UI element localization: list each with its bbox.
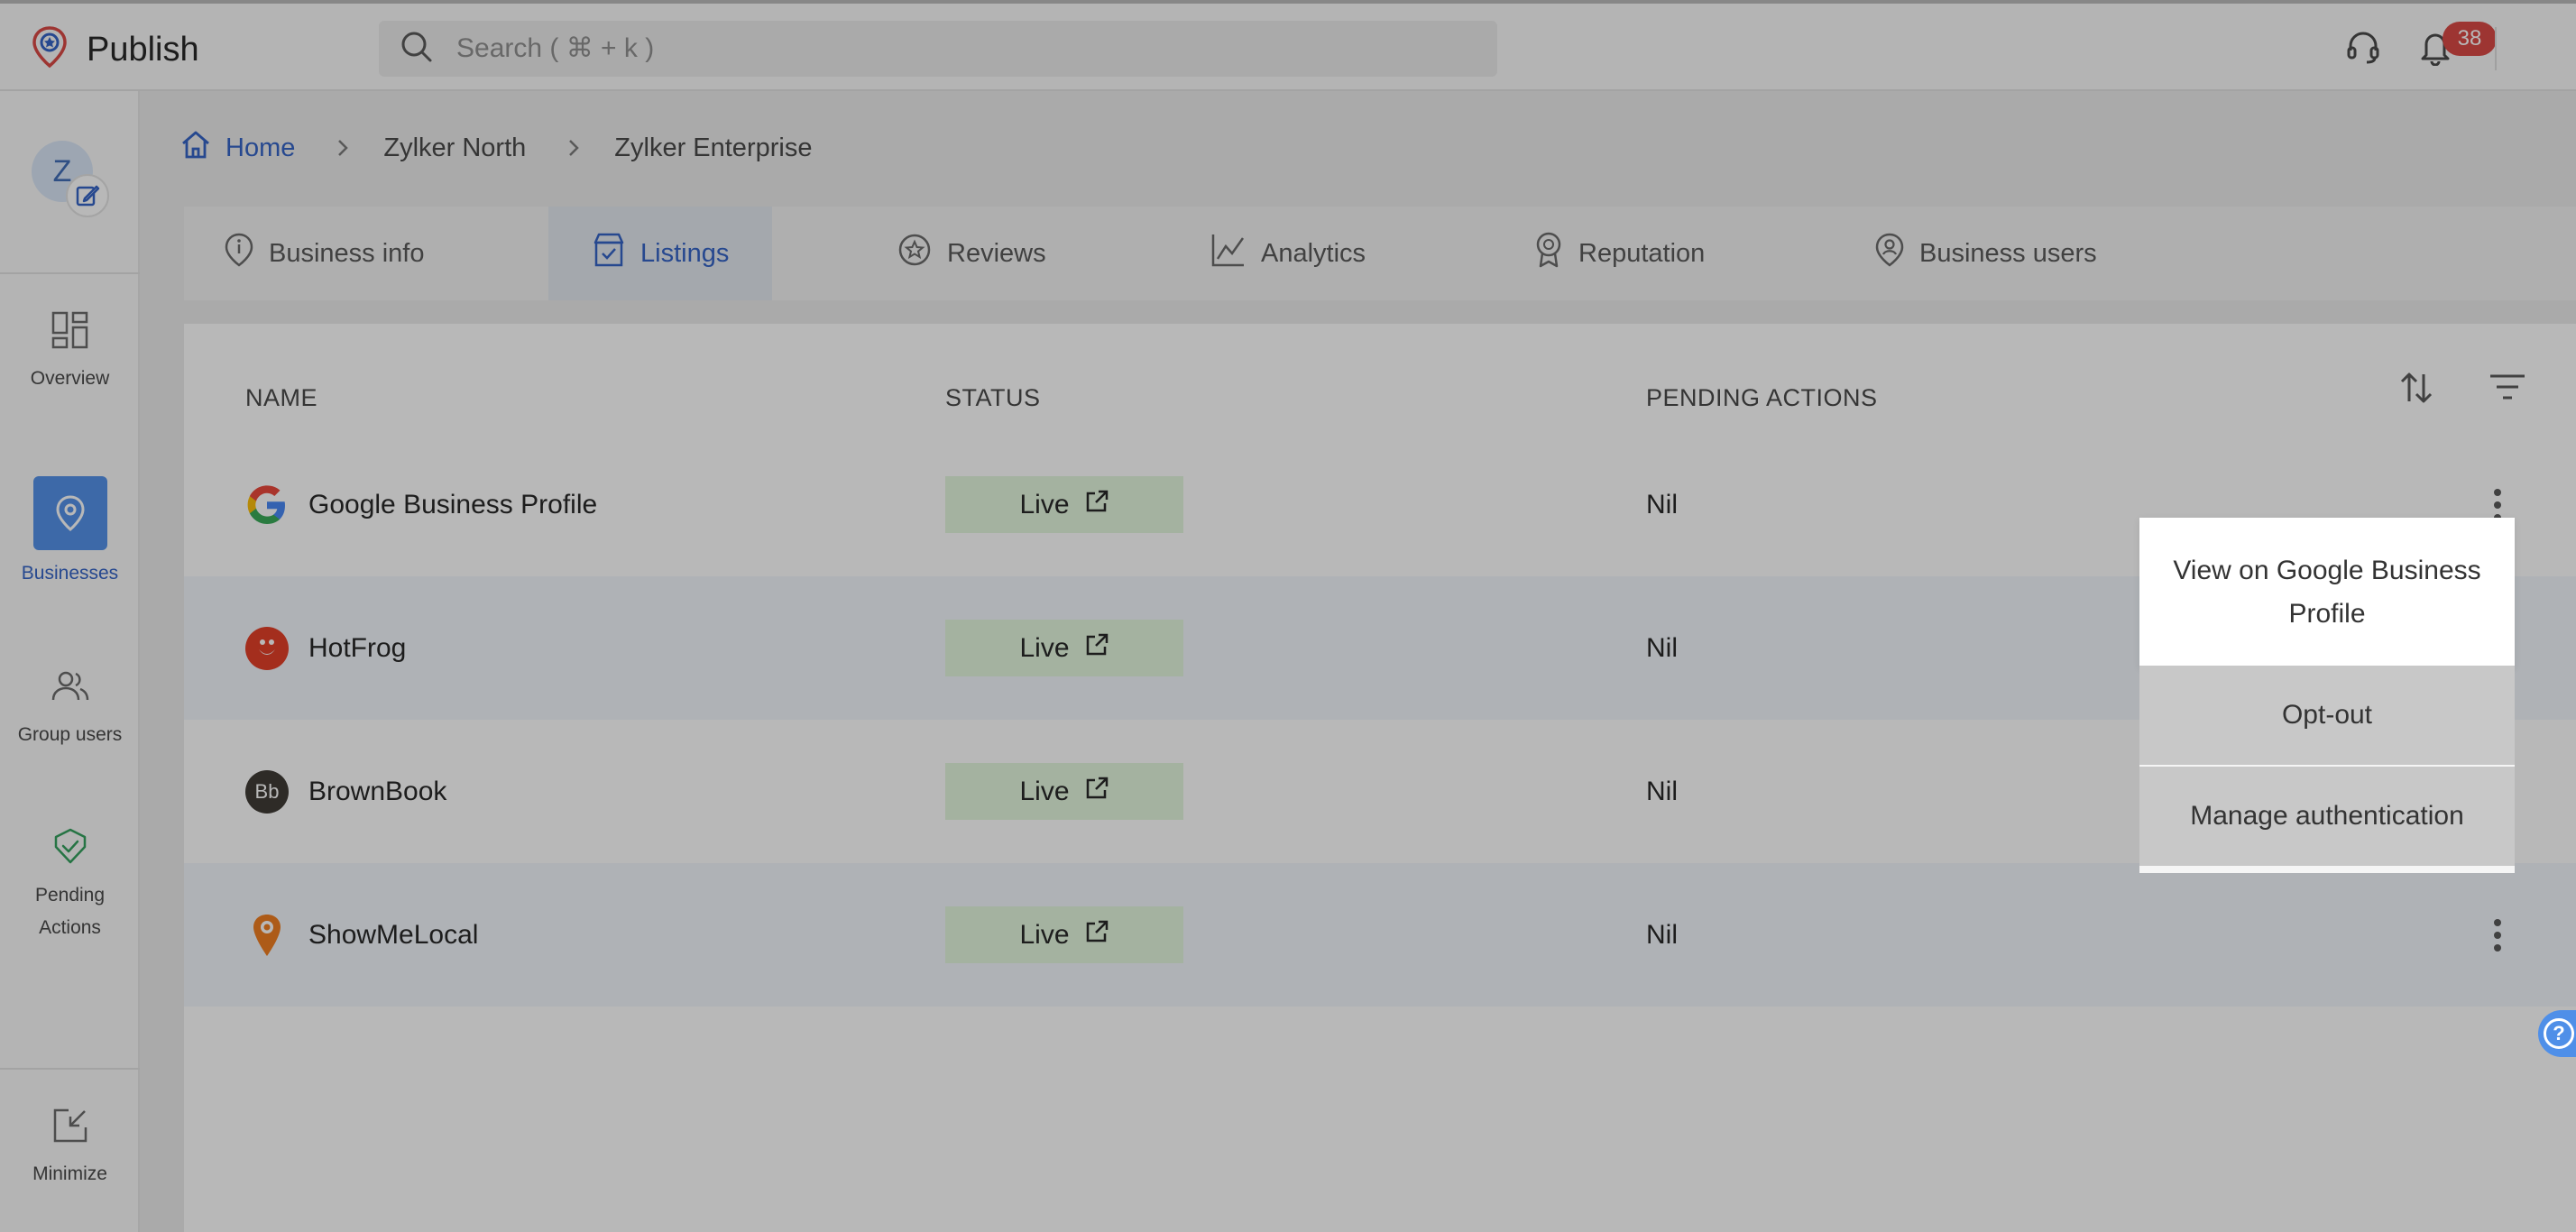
status-live-badge[interactable]: Live bbox=[945, 620, 1183, 676]
breadcrumb-item[interactable]: Zylker North bbox=[383, 133, 526, 163]
tab-label: Business users bbox=[1919, 238, 2097, 268]
listing-name-cell: HotFrog bbox=[245, 576, 406, 720]
brownbook-logo-icon: Bb bbox=[245, 769, 289, 814]
tab-label: Reviews bbox=[947, 238, 1046, 268]
pending-actions-value: Nil bbox=[1646, 776, 1678, 806]
store-icon bbox=[592, 232, 626, 275]
menu-item-manage-authentication[interactable]: Manage authentication bbox=[2139, 767, 2515, 866]
sidebar-divider bbox=[0, 1068, 140, 1070]
hotfrog-logo-icon bbox=[245, 626, 289, 670]
pending-actions-value: Nil bbox=[1646, 632, 1678, 663]
external-link-icon bbox=[1084, 489, 1109, 521]
external-link-icon bbox=[1084, 919, 1109, 952]
dashboard-icon bbox=[51, 303, 90, 357]
sidebar-item-label: Pending Actions bbox=[34, 885, 106, 938]
minimize-icon bbox=[51, 1099, 90, 1153]
menu-item-view-on-google[interactable]: View on Google Business Profile bbox=[2139, 518, 2515, 667]
tab-business-info[interactable]: Business info bbox=[224, 207, 425, 300]
listing-name: ShowMeLocal bbox=[308, 919, 479, 950]
tab-label: Listings bbox=[640, 238, 730, 268]
showmelocal-logo-icon bbox=[245, 914, 289, 957]
tab-business-users[interactable]: Business users bbox=[1874, 207, 2097, 300]
listing-name-cell: Bb BrownBook bbox=[245, 720, 446, 863]
tab-label: Business info bbox=[269, 238, 425, 268]
listing-name-cell: Google Business Profile bbox=[245, 433, 597, 576]
left-sidebar: Z Overview Businesses Group users Pendin… bbox=[0, 91, 140, 1232]
sidebar-divider bbox=[0, 272, 140, 274]
sidebar-item-businesses[interactable]: Businesses bbox=[0, 476, 140, 590]
home-icon bbox=[180, 129, 211, 167]
chevron-right-icon bbox=[567, 138, 580, 158]
listing-name-cell: ShowMeLocal bbox=[245, 863, 478, 1007]
external-link-icon bbox=[1084, 632, 1109, 665]
tab-analytics[interactable]: Analytics bbox=[1210, 207, 1366, 300]
info-pin-icon bbox=[224, 232, 254, 275]
app-title: Publish bbox=[87, 31, 199, 69]
filter-icon[interactable] bbox=[2488, 372, 2527, 406]
column-header-pending-actions: PENDING ACTIONS bbox=[1646, 384, 1878, 411]
support-headset-icon[interactable] bbox=[2340, 23, 2387, 70]
search-bar[interactable] bbox=[379, 21, 1497, 77]
notification-count-badge: 38 bbox=[2443, 22, 2497, 56]
sidebar-item-label: Overview bbox=[30, 368, 110, 389]
status-label: Live bbox=[1019, 632, 1070, 663]
help-icon: ? bbox=[2544, 1018, 2574, 1049]
more-options-icon[interactable] bbox=[2484, 915, 2511, 955]
pending-actions-value: Nil bbox=[1646, 919, 1678, 950]
chevron-right-icon bbox=[336, 138, 349, 158]
external-link-icon bbox=[1084, 776, 1109, 808]
status-live-badge[interactable]: Live bbox=[945, 763, 1183, 820]
status-live-badge[interactable]: Live bbox=[945, 476, 1183, 533]
breadcrumb: Home Zylker North Zylker Enterprise bbox=[180, 129, 812, 167]
status-label: Live bbox=[1019, 776, 1070, 806]
tab-listings[interactable]: Listings bbox=[548, 207, 773, 300]
google-logo-icon bbox=[245, 483, 289, 527]
breadcrumb-item-current: Zylker Enterprise bbox=[614, 133, 813, 162]
users-icon bbox=[51, 659, 90, 713]
tab-reviews[interactable]: Reviews bbox=[897, 207, 1046, 300]
breadcrumb-item: Home bbox=[225, 133, 296, 162]
column-header-status: STATUS bbox=[945, 384, 1041, 411]
sidebar-item-label: Businesses bbox=[21, 563, 119, 584]
shield-check-icon bbox=[51, 820, 89, 874]
brand[interactable]: Publish bbox=[31, 25, 199, 75]
table-row[interactable]: ShowMeLocal Live Nil bbox=[184, 863, 2576, 1007]
award-badge-icon bbox=[1533, 231, 1564, 276]
line-chart-icon bbox=[1210, 232, 1247, 275]
status-label: Live bbox=[1019, 919, 1070, 950]
tab-label: Analytics bbox=[1261, 238, 1366, 268]
edit-icon[interactable] bbox=[66, 174, 109, 217]
table-header: NAME STATUS PENDING ACTIONS bbox=[184, 324, 2576, 441]
sidebar-item-group-users[interactable]: Group users bbox=[0, 659, 140, 751]
status-live-badge[interactable]: Live bbox=[945, 906, 1183, 963]
tab-label: Reputation bbox=[1578, 238, 1706, 268]
menu-item-opt-out[interactable]: Opt-out bbox=[2139, 666, 2515, 765]
sidebar-item-minimize[interactable]: Minimize bbox=[0, 1099, 140, 1191]
listing-name: HotFrog bbox=[308, 632, 407, 663]
publish-logo-icon bbox=[31, 25, 69, 75]
listing-name: Google Business Profile bbox=[308, 489, 598, 519]
sidebar-item-overview[interactable]: Overview bbox=[0, 303, 140, 395]
pending-actions-value: Nil bbox=[1646, 489, 1678, 519]
sidebar-item-pending-actions[interactable]: Pending Actions bbox=[0, 820, 140, 944]
user-pin-icon bbox=[1874, 232, 1905, 275]
column-header-name: NAME bbox=[245, 384, 318, 411]
location-pin-icon bbox=[32, 476, 107, 550]
status-label: Live bbox=[1019, 489, 1070, 519]
search-input[interactable] bbox=[456, 33, 1358, 64]
top-bar: Publish 38 bbox=[0, 0, 2576, 91]
listing-name: BrownBook bbox=[308, 776, 447, 806]
sidebar-item-label: Minimize bbox=[32, 1163, 107, 1184]
breadcrumb-home[interactable]: Home bbox=[180, 129, 295, 167]
tab-bar: Business info Listings Reviews Analytics… bbox=[184, 207, 2576, 300]
sort-icon[interactable] bbox=[2397, 369, 2435, 411]
tab-reputation[interactable]: Reputation bbox=[1533, 207, 1705, 300]
search-icon bbox=[379, 29, 435, 69]
sidebar-item-label: Group users bbox=[17, 724, 123, 745]
review-star-icon bbox=[897, 232, 933, 275]
topbar-divider bbox=[2495, 27, 2497, 70]
